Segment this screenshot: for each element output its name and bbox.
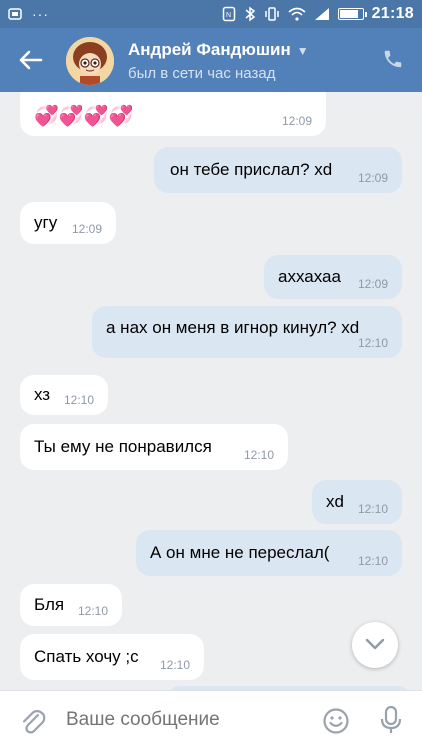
message-bubble[interactable]: xd 12:10 [312,480,402,524]
message-text: А он мне не переслал( [150,543,330,562]
message-time: 12:09 [71,222,102,236]
notification-icon [8,8,22,20]
signal-icon [314,8,329,20]
scroll-down-button[interactable] [352,622,398,668]
svg-text:N: N [226,12,231,19]
chevron-down-icon [365,638,385,650]
message-bubble[interactable]: аххахаа 12:09 [264,255,402,299]
message-time: 12:10 [243,448,274,462]
chat-header: Андрей Фандюшин ▼ был в сети час назад [0,28,422,92]
message-time: 12:10 [357,502,388,516]
message-text: Спать хочу ;с [34,647,139,666]
message-bubble[interactable]: он тебе прислал? xd 12:09 [154,147,402,193]
clock: 21:18 [371,5,414,22]
chevron-down-icon[interactable]: ▼ [297,44,309,58]
nfc-icon: N [222,6,235,22]
avatar[interactable] [66,37,114,85]
message-text: xd [326,492,344,511]
message-time: 12:10 [357,336,388,350]
message-text: 💞💞💞💞 [34,105,134,128]
message-time: 12:10 [357,554,388,568]
peer-name[interactable]: Андрей Фандюшин ▼ [128,40,309,60]
message-bubble[interactable]: Ты ему не понравился 12:10 [20,424,288,470]
message-text: аххахаа [278,267,341,286]
peer-status: был в сети час назад [128,65,276,82]
emoji-icon[interactable] [322,707,350,735]
message-text: а нах он меня в игнор кинул? xd [106,318,360,337]
wifi-icon [288,7,306,21]
status-bar: ··· N 21:18 [0,0,422,28]
message-text: хз [34,385,51,404]
bluetooth-icon [245,6,255,22]
hearts-emoji-row: ♥♥♥♥♥♥♥ [34,92,187,95]
attach-icon[interactable] [20,707,46,735]
battery-icon [337,8,367,20]
composer [0,690,422,750]
message-time: 12:09 [357,171,388,185]
dots-icon: ··· [32,6,49,22]
message-bubble[interactable]: Бля 12:10 [20,584,122,626]
message-bubble[interactable]: а нах он меня в игнор кинул? xd 12:10 [92,306,402,358]
message-bubble[interactable]: угу 12:09 [20,202,116,244]
message-text: угу [34,213,58,232]
message-text: Ты ему не понравился [34,437,212,456]
message-time: 12:10 [63,393,94,407]
back-arrow-icon[interactable] [14,44,46,76]
message-list[interactable]: ♥♥♥♥♥♥♥ 💞💞💞💞 12:09 он тебе прислал? xd 1… [0,92,422,690]
message-bubble[interactable]: Спать хочу ;с 12:10 [20,634,204,680]
phone-icon[interactable] [382,48,404,70]
microphone-icon[interactable] [380,705,402,735]
message-time: 12:09 [281,114,312,128]
message-time: 12:10 [77,604,108,618]
message-time: 12:10 [159,658,190,672]
vibrate-icon [264,7,279,21]
message-time: 12:09 [357,277,388,291]
message-text: он тебе прислал? xd [170,160,333,179]
message-bubble[interactable]: хз 12:10 [20,375,108,415]
message-text: Бля [34,595,65,614]
message-bubble[interactable]: А он мне не переслал( 12:10 [136,530,402,576]
message-input[interactable] [66,709,296,731]
message-bubble[interactable]: ♥♥♥♥♥♥♥ 💞💞💞💞 12:09 [20,92,326,136]
